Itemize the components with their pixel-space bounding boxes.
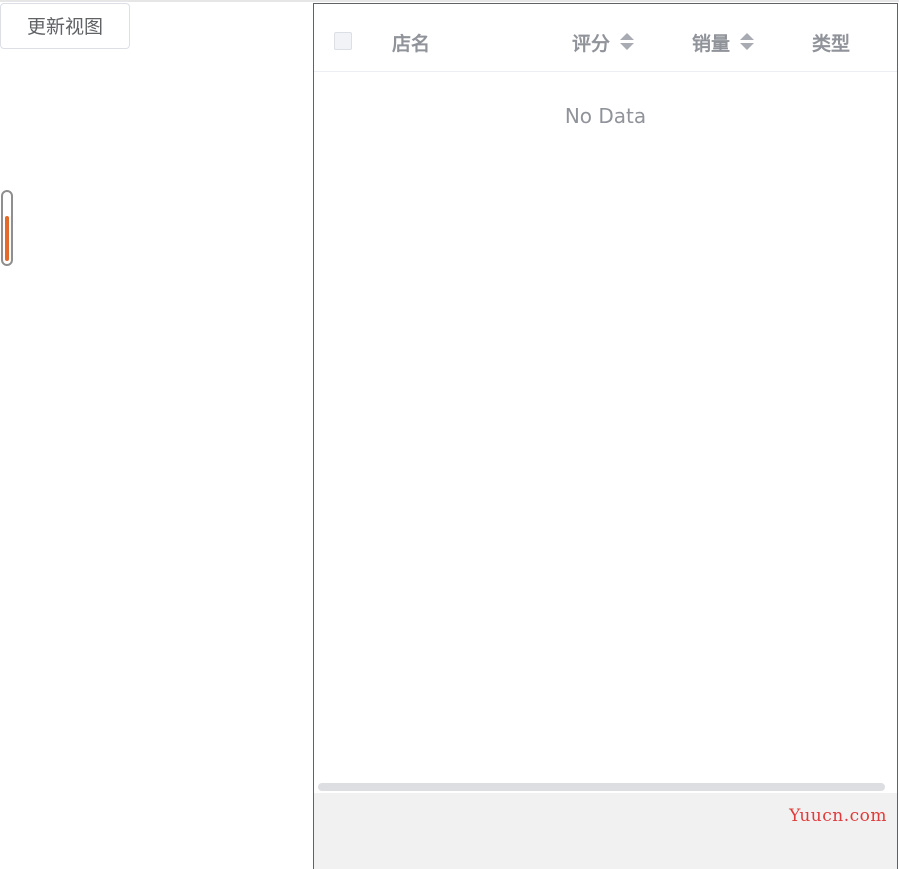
sort-descending-icon[interactable]	[620, 43, 635, 50]
column-header-label: 店名	[392, 32, 431, 55]
horizontal-scrollbar[interactable]	[314, 779, 897, 793]
scrollbar-thumb[interactable]	[318, 783, 885, 791]
slider-fill	[5, 216, 9, 261]
sort-ascending-icon[interactable]	[620, 33, 635, 40]
page-root: 更新视图 店名 评分 销量 类型 No Data Yuucn.com	[0, 0, 899, 869]
sort-ascending-icon[interactable]	[740, 33, 755, 40]
table-panel: 店名 评分 销量 类型 No Data Yuucn.com	[313, 3, 898, 869]
table-header: 店名 评分 销量 类型	[314, 14, 897, 72]
sort-icon[interactable]	[740, 31, 755, 53]
watermark-text: Yuucn.com	[789, 806, 887, 826]
column-header-label: 销量	[692, 32, 731, 55]
column-header-rating[interactable]: 评分	[572, 28, 635, 56]
sort-icon[interactable]	[620, 31, 635, 53]
column-header-label: 评分	[572, 32, 611, 55]
column-header-shop-name[interactable]: 店名	[392, 28, 430, 56]
sort-descending-icon[interactable]	[740, 43, 755, 50]
footer-area: Yuucn.com	[314, 793, 897, 869]
vertical-slider[interactable]	[1, 190, 13, 266]
empty-state-text: No Data	[564, 104, 647, 128]
select-all-checkbox[interactable]	[334, 32, 352, 50]
column-header-label: 类型	[812, 32, 851, 55]
column-header-sales[interactable]: 销量	[692, 28, 755, 56]
refresh-view-button[interactable]: 更新视图	[0, 3, 130, 49]
top-divider	[0, 0, 899, 2]
column-header-type[interactable]: 类型	[812, 28, 850, 56]
